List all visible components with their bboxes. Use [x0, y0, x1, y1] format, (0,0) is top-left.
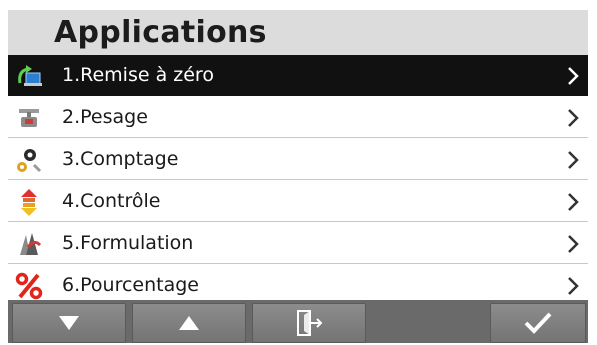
- exit-door-icon: [297, 310, 323, 336]
- menu-item-label: 6.Pourcentage: [62, 274, 199, 296]
- chevron-right-icon: [568, 151, 579, 169]
- check-weighing-icon: [21, 189, 37, 216]
- header-bar: Applications: [8, 10, 588, 55]
- menu-item-label: 1.Remise à zéro: [62, 64, 214, 86]
- arrow-up-icon: [179, 316, 199, 330]
- chevron-right-icon: [568, 109, 579, 127]
- weighing-scale-icon: [19, 109, 39, 127]
- formulation-icon: [20, 233, 42, 255]
- menu-item-formulation[interactable]: 5.Formulation: [8, 223, 588, 264]
- chevron-right-icon: [568, 277, 579, 295]
- chevron-right-icon: [568, 67, 579, 85]
- bottom-toolbar: [8, 300, 588, 343]
- page-title: Applications: [54, 15, 267, 50]
- reset-zero-icon: [18, 65, 42, 86]
- down-button[interactable]: [12, 303, 126, 343]
- menu-item-comptage[interactable]: 3.Comptage: [8, 139, 588, 180]
- chevron-right-icon: [568, 193, 579, 211]
- app-screen: Applications 1.Remise à zéro 2.Pesage 3.…: [8, 10, 588, 343]
- checkmark-icon: [524, 312, 552, 334]
- chevron-right-icon: [568, 235, 579, 253]
- percent-icon: [15, 272, 43, 300]
- arrow-down-icon: [59, 316, 79, 330]
- exit-button[interactable]: [252, 303, 366, 343]
- menu-item-label: 5.Formulation: [62, 232, 194, 254]
- menu-item-label: 3.Comptage: [62, 148, 179, 170]
- menu-item-label: 4.Contrôle: [62, 190, 161, 212]
- menu-item-label: 2.Pesage: [62, 106, 148, 128]
- menu-item-remise-a-zero[interactable]: 1.Remise à zéro: [8, 55, 588, 96]
- menu-item-pesage[interactable]: 2.Pesage: [8, 97, 588, 138]
- up-button[interactable]: [132, 303, 246, 343]
- parts-counting-icon: [17, 149, 42, 173]
- confirm-button[interactable]: [490, 303, 586, 343]
- menu-item-controle[interactable]: 4.Contrôle: [8, 181, 588, 222]
